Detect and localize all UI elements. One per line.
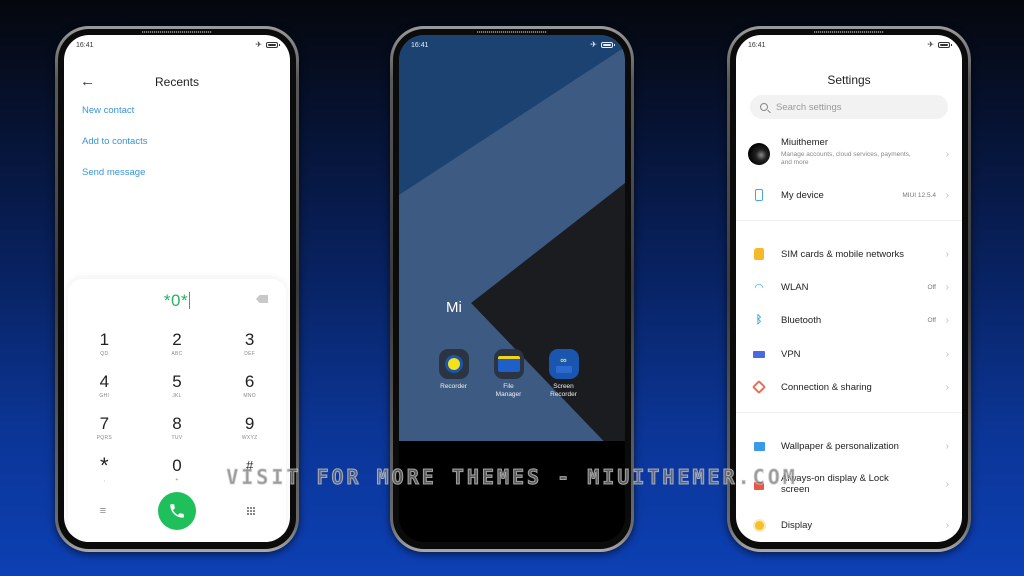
settings-item-wallpaper[interactable]: Wallpaper & personalization › [736, 431, 962, 461]
search-input[interactable]: Search settings [750, 95, 948, 119]
keypad: 1 QD 2 ABC 3 DEF 4 GHI 5 JKL 6 MNO 7 PQRS 8 TUV … [68, 331, 286, 484]
mi-widget-label: Mi [446, 299, 462, 316]
wifi-icon: ◠ [754, 281, 764, 294]
settings-item-wlan[interactable]: ◠ WLAN Off › [736, 272, 962, 302]
home-screen: 16:41 ✈ Mi Recorder File Manager ∞ Scree… [399, 35, 625, 542]
settings-item-sim-cards[interactable]: SIM cards & mobile networks › [736, 239, 962, 269]
add-to-contacts-link[interactable]: Add to contacts [82, 136, 147, 167]
send-message-link[interactable]: Send message [82, 167, 147, 198]
settings-item-always-on-display[interactable]: Always-on display & Lock screen › [736, 467, 962, 501]
key-7[interactable]: 7 PQRS [68, 415, 141, 442]
bluetooth-icon: ᛒ [755, 314, 763, 326]
call-button[interactable] [158, 492, 196, 530]
vpn-icon [752, 347, 766, 361]
chevron-right-icon: › [945, 381, 949, 393]
key-4[interactable]: 4 GHI [68, 373, 141, 400]
dial-input[interactable]: *0* [68, 291, 286, 311]
account-subtitle: Manage accounts, cloud services, payment… [781, 151, 911, 166]
chevron-right-icon: › [945, 348, 949, 360]
dial-input-value: *0* [163, 291, 189, 310]
app-screen-recorder[interactable]: ∞ Screen Recorder [546, 349, 581, 399]
phone-bezel: 16:41 ✈ Settings Search settings Miuithe… [730, 29, 968, 549]
speaker-grille [477, 31, 547, 33]
page-title: Recents [154, 75, 200, 89]
chevron-right-icon: › [945, 440, 949, 452]
divider [736, 412, 962, 413]
speaker-grille [814, 31, 884, 33]
lock-icon [752, 477, 766, 491]
phone-bezel: 16:41 ✈ ← Recents New contact Add to con… [58, 29, 296, 549]
key-star[interactable]: *, [68, 455, 141, 484]
key-9[interactable]: 9 WXYZ [213, 415, 286, 442]
airplane-icon: ✈ [927, 40, 934, 49]
chevron-right-icon: › [945, 281, 949, 293]
battery-icon [601, 42, 615, 48]
settings-screen: 16:41 ✈ Settings Search settings Miuithe… [736, 35, 962, 542]
phone-bezel: 16:41 ✈ Mi Recorder File Manager ∞ Scree… [393, 29, 631, 549]
new-contact-link[interactable]: New contact [82, 105, 147, 136]
status-time: 16:41 [748, 41, 766, 49]
app-row: Recorder File Manager ∞ Screen Recorder [436, 349, 581, 399]
key-6[interactable]: 6 MNO [213, 373, 286, 400]
dialer-bottom-bar: ≡ [68, 492, 286, 530]
settings-item-display[interactable]: Display › [736, 510, 962, 540]
connection-sharing-icon [751, 379, 767, 395]
folder-icon [493, 349, 524, 379]
app-recorder[interactable]: Recorder [436, 349, 471, 399]
screen-recorder-icon: ∞ [548, 349, 579, 379]
settings-item-my-device[interactable]: My device MIUI 12.5.4 › [736, 180, 962, 210]
search-icon [760, 103, 768, 111]
chevron-right-icon: › [945, 248, 949, 260]
sun-icon [752, 518, 766, 532]
key-3[interactable]: 3 DEF [213, 331, 286, 358]
speaker-grille [142, 31, 212, 33]
chevron-right-icon: › [945, 148, 949, 160]
keypad-panel: *0* 1 QD 2 ABC 3 DEF 4 GHI 5 JKL 6 MNO 7 PQRS 8… [68, 279, 286, 542]
key-8[interactable]: 8 TUV [141, 415, 214, 442]
app-file-manager[interactable]: File Manager [491, 349, 526, 399]
settings-item-connection-sharing[interactable]: Connection & sharing › [736, 372, 962, 402]
page-title: Settings [827, 73, 871, 87]
chevron-right-icon: › [945, 519, 949, 531]
dialer-actions: New contact Add to contacts Send message [82, 105, 147, 198]
phone-settings: 16:41 ✈ Settings Search settings Miuithe… [727, 26, 971, 552]
avatar [748, 143, 770, 165]
account-name: Miuithemer [781, 137, 828, 148]
status-bar: 16:41 ✈ [399, 35, 625, 55]
chevron-right-icon: › [945, 189, 949, 201]
dialpad-toggle-icon[interactable] [236, 507, 266, 515]
dialer-header: ← Recents [64, 73, 290, 93]
text-cursor [189, 292, 191, 309]
key-2[interactable]: 2 ABC [141, 331, 214, 358]
phone-home: 16:41 ✈ Mi Recorder File Manager ∞ Scree… [390, 26, 634, 552]
status-bar: 16:41 ✈ [736, 35, 962, 55]
account-row[interactable]: Miuithemer Manage accounts, cloud servic… [736, 135, 962, 173]
phone-icon [752, 188, 766, 202]
key-0[interactable]: 0 + [141, 457, 214, 484]
menu-icon[interactable]: ≡ [88, 505, 118, 517]
airplane-icon: ✈ [255, 40, 262, 49]
chevron-right-icon: › [945, 478, 949, 490]
key-5[interactable]: 5 JKL [141, 373, 214, 400]
phone-dialer: 16:41 ✈ ← Recents New contact Add to con… [55, 26, 299, 552]
wallpaper-icon [752, 439, 766, 453]
settings-item-vpn[interactable]: VPN › [736, 339, 962, 369]
divider [736, 220, 962, 221]
status-bar: 16:41 ✈ [64, 35, 290, 55]
key-1[interactable]: 1 QD [68, 331, 141, 358]
phone-call-icon [170, 504, 184, 518]
recorder-icon [438, 349, 469, 379]
search-placeholder: Search settings [776, 101, 842, 113]
battery-icon [266, 42, 280, 48]
sim-card-icon [752, 247, 766, 261]
status-time: 16:41 [411, 41, 429, 49]
battery-icon [938, 42, 952, 48]
key-hash[interactable]: # [213, 457, 286, 484]
settings-item-bluetooth[interactable]: ᛒ Bluetooth Off › [736, 305, 962, 335]
status-time: 16:41 [76, 41, 94, 49]
airplane-icon: ✈ [590, 40, 597, 49]
chevron-right-icon: › [945, 314, 949, 326]
dialer-screen: 16:41 ✈ ← Recents New contact Add to con… [64, 35, 290, 542]
